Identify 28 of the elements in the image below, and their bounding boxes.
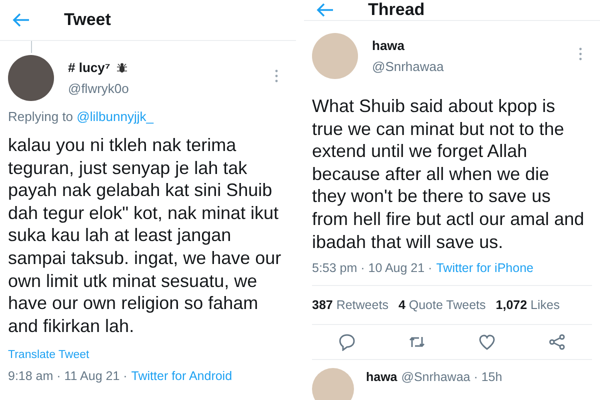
mention-link[interactable]: @lilbunnyjjk_ — [76, 109, 154, 124]
stat-count[interactable]: 1,072 Likes — [496, 298, 560, 312]
page-title: Thread — [368, 0, 425, 20]
username: @Snrhawaa · 15h — [401, 370, 502, 384]
translate-link[interactable]: Translate Tweet — [8, 349, 288, 362]
tweet-text: What Shuib said about kpop is true we can minat but not to the extend until we forget Allah because after all when we die they won't be there to save us from hell fire but actl our amal and ibadah that will save us. — [312, 95, 586, 254]
display-name: hawa — [372, 38, 405, 53]
page-title: Tweet — [64, 10, 111, 30]
back-arrow-icon[interactable] — [12, 13, 30, 27]
heart-icon[interactable] — [478, 333, 496, 352]
timestamp: 9:18 am · 11 Aug 21 · — [8, 369, 128, 384]
display-name: hawa — [366, 370, 398, 384]
timestamp: 5:53 pm · 10 Aug 21 · — [312, 261, 432, 276]
display-name: # lucy⁷ — [68, 60, 110, 75]
stat-count[interactable]: 4 Quote Tweets — [398, 298, 486, 312]
tweet-text: kalau you ni tkleh nak terima teguran, just senyap je lah tak payah nak gelabah kat sini Shuib dah tegur elok" kot, nak minat ikut suka kau lah at least jangan sampai taksub. ingat, we have our own limit utk minat sesuatu, we have our own religion so faham and fikirkan lah. — [8, 134, 282, 338]
stat-count[interactable]: 387 Retweets — [312, 298, 388, 312]
username: @flwryk0o — [68, 81, 129, 96]
replying-to-text: Replying to @lilbunnyjjk_ — [8, 109, 155, 124]
reply-icon[interactable] — [338, 333, 356, 352]
username: @Snrhawaa — [372, 59, 444, 74]
more-options-icon[interactable] — [579, 47, 582, 61]
source-link[interactable]: Twitter for Android — [131, 369, 232, 384]
more-options-icon[interactable] — [275, 69, 278, 83]
back-arrow-icon[interactable] — [316, 3, 334, 17]
share-icon[interactable] — [548, 333, 566, 352]
source-link[interactable]: Twitter for iPhone — [436, 261, 534, 276]
avatar[interactable] — [8, 55, 54, 101]
